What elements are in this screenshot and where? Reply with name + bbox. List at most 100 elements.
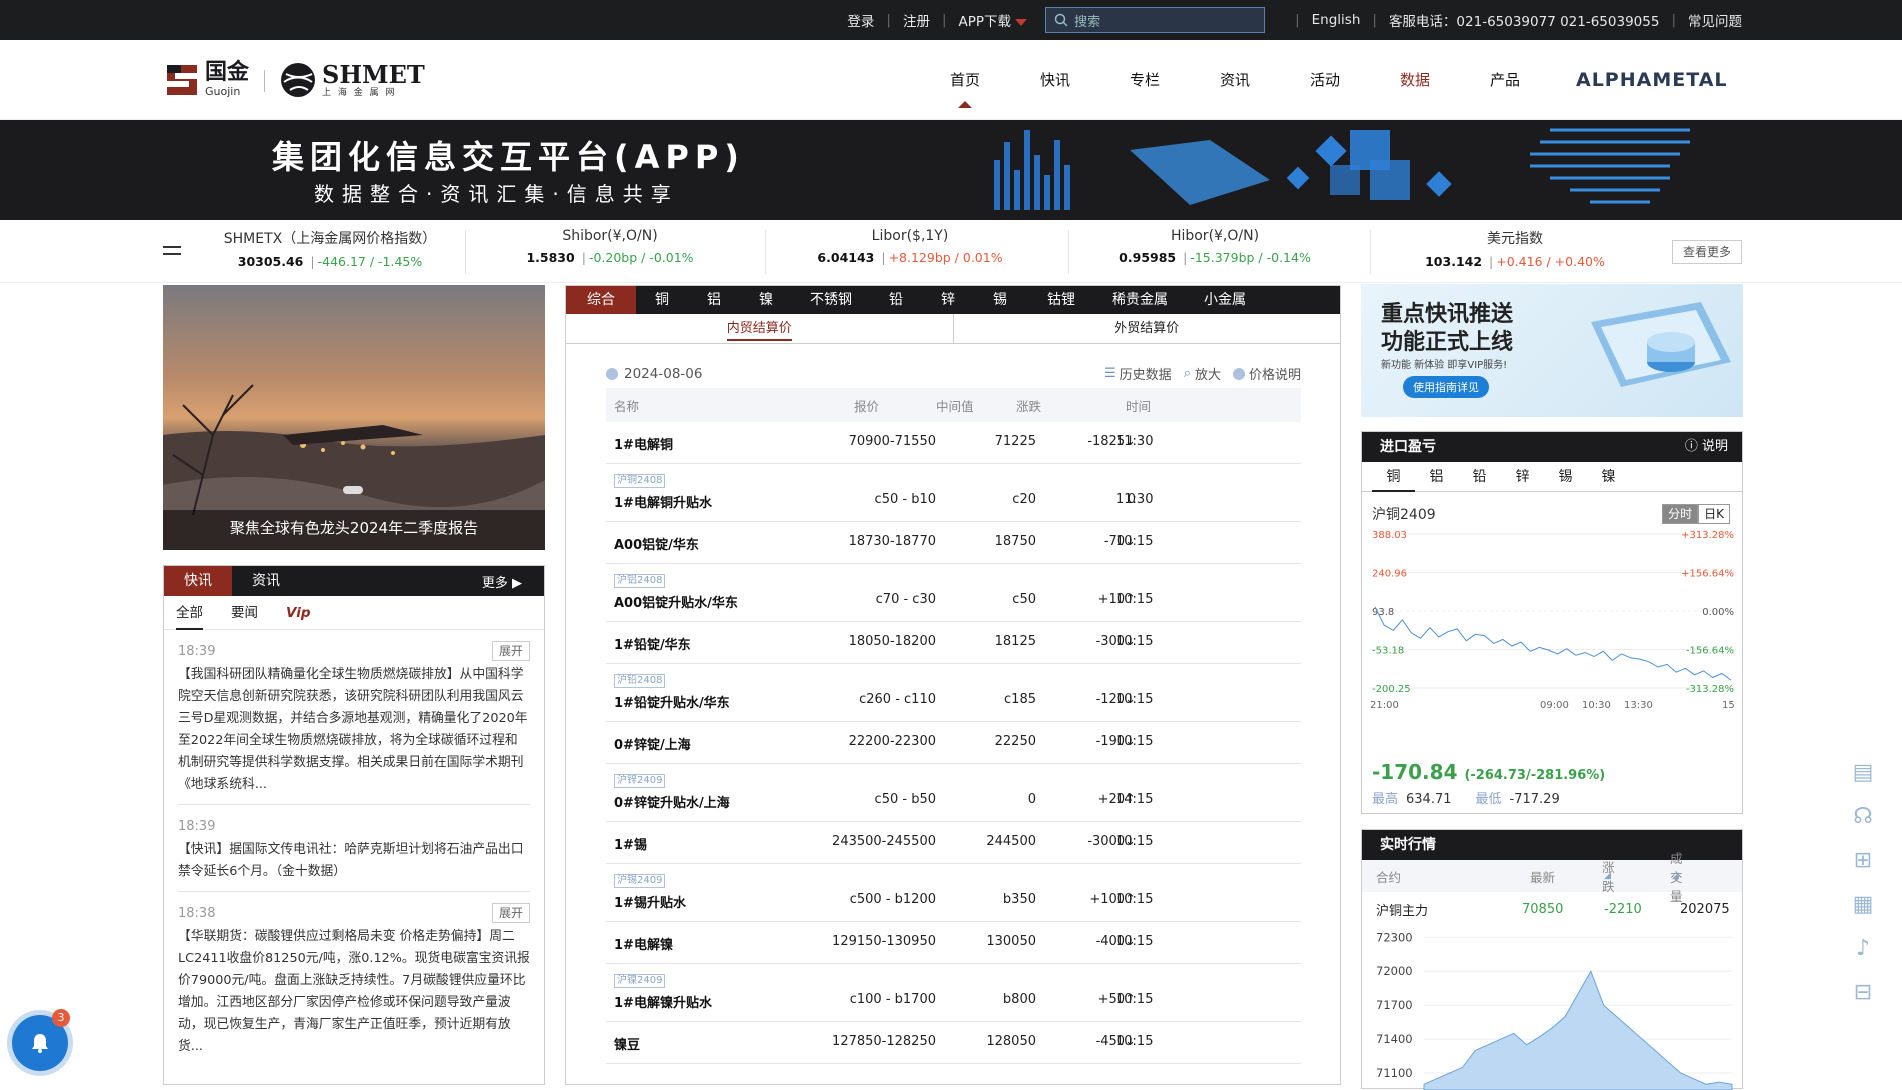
metal-tab[interactable]: 锡	[974, 286, 1026, 314]
table-row[interactable]: 1#锡 243500-245500 244500 -3000↓ 10:15	[606, 822, 1301, 864]
table-row[interactable]: A00铝锭/华东 18730-18770 18750 -70↓ 10:15	[606, 522, 1301, 564]
nav-products[interactable]: 产品	[1460, 40, 1550, 120]
table-row[interactable]: 1#电解镍 129150-130950 130050 -400↓ 10:15	[606, 922, 1301, 964]
guojin-logo[interactable]: 国金 Guojin	[165, 62, 249, 97]
subtab-vip[interactable]: Vip	[286, 596, 311, 630]
table-row[interactable]: 沪铅2408 1#铅锭升贴水/华东 c260 - c110 c185 -120↓ 10:1…	[606, 664, 1301, 722]
divider	[1068, 230, 1069, 274]
zoom-button[interactable]: ⌕ 放大	[1184, 364, 1221, 383]
import-profit-chart: 388.03 +313.28% 240.96 +156.64% 93.8 0.00% -53…	[1370, 530, 1736, 711]
featured-report-image[interactable]: 聚焦全球有色龙头2024年二季度报告	[163, 285, 545, 550]
product-name: 1#电解镍升贴水	[614, 996, 712, 1011]
nav-flash[interactable]: 快讯	[1010, 40, 1100, 120]
more-link[interactable]: 更多 ▶	[482, 572, 522, 591]
import-metal-tab[interactable]: 锡	[1544, 462, 1587, 492]
qrcode-icon[interactable]: ▦	[1843, 882, 1883, 926]
book-icon[interactable]: ⊟	[1843, 970, 1883, 1014]
table-row[interactable]: 沪铜2408 1#电解铜升贴水 c50 - b10 c20 0 11:30	[606, 464, 1301, 522]
ticker-item-shmetx[interactable]: SHMETX（上海金属网价格指数） 30305.46 | -446.17 / -1.…	[195, 228, 465, 269]
tab-flash[interactable]: 快讯	[164, 566, 232, 596]
metal-tab[interactable]: 稀贵金属	[1096, 286, 1184, 314]
mode-intraday[interactable]: 分时	[1662, 504, 1699, 524]
message-icon[interactable]: ▤	[1843, 750, 1883, 794]
nav-column[interactable]: 专栏	[1100, 40, 1190, 120]
x-tick: 13:30	[1624, 700, 1653, 711]
app-download-link[interactable]: APP下载	[959, 10, 1028, 30]
banner-graphic	[994, 128, 1690, 210]
guide-button[interactable]: 使用指南详见	[1403, 376, 1489, 398]
import-metal-tab[interactable]: 镍	[1587, 462, 1630, 492]
table-row[interactable]: 沪锡2409 1#锡升贴水 c500 - b1200 b350 +100↑ 10:15	[606, 864, 1301, 922]
quote-range: 22200-22300	[848, 734, 936, 749]
table-row[interactable]: 1#电解铜 70900-71550 71225 -1825↓ 11:30	[606, 422, 1301, 464]
product-name: 1#锡升贴水	[614, 896, 686, 911]
featured-caption: 聚焦全球有色龙头2024年二季度报告	[163, 510, 545, 550]
mode-daily-k[interactable]: 日K	[1698, 504, 1730, 524]
mid-value: 18750	[994, 534, 1036, 549]
import-metal-tab[interactable]: 铝	[1415, 462, 1458, 492]
nav-news[interactable]: 资讯	[1190, 40, 1280, 120]
ticker-item-hibor[interactable]: Hibor(¥,O/N) 0.95985 | -15.379bp / -0.14%	[1090, 228, 1340, 265]
app-banner[interactable]: 集团化信息交互平台(APP) 数据整合·资讯汇集·信息共享	[0, 120, 1902, 220]
news-item[interactable]: 18:38 展开 【华联期货：碳酸锂供应过剩格局未变 价格走势偏持】周二LC241…	[164, 902, 544, 1066]
table-row[interactable]: 沪锌2409 0#锌锭升贴水/上海 c50 - b50 0 +20↑ 14:15	[606, 764, 1301, 822]
info-icon	[1232, 367, 1245, 380]
alphametal-link[interactable]: ALPHAMETAL	[1576, 40, 1728, 120]
table-row[interactable]: 1#铅锭/华东 18050-18200 18125 -300↓ 10:15	[606, 622, 1301, 664]
metal-tab[interactable]: 锌	[922, 286, 974, 314]
shmet-logo[interactable]: SHMET 上 海 金 属 网	[278, 60, 425, 100]
import-metal-tab[interactable]: 锌	[1501, 462, 1544, 492]
explain-button[interactable]: ⓘ 说明	[1685, 432, 1728, 462]
tab-domestic-settlement[interactable]: 内贸结算价	[566, 314, 953, 343]
expand-button[interactable]: 展开	[491, 641, 530, 661]
metal-tab[interactable]: 镍	[740, 286, 792, 314]
carousel-indicator[interactable]	[343, 486, 363, 494]
subtab-headlines[interactable]: 要闻	[231, 596, 258, 630]
realtime-quote-panel: 实时行情 合约 最新 涨跌◢ 成交量◢ 沪铜主力 70850 -2210 202…	[1361, 829, 1743, 1090]
ticker-item-usd-index[interactable]: 美元指数 103.142 | +0.416 / +0.40%	[1395, 228, 1635, 269]
metal-tab[interactable]: 铝	[688, 286, 740, 314]
metal-tab[interactable]: 小金属	[1184, 286, 1266, 314]
product-name: 1#电解铜	[614, 438, 673, 453]
quote-range: 18730-18770	[848, 534, 936, 549]
ticker-item-shibor[interactable]: Shibor(¥,O/N) 1.5830 | -0.20bp / -0.01%	[490, 228, 730, 265]
metal-tab[interactable]: 铜	[636, 286, 688, 314]
menu-icon[interactable]	[163, 246, 181, 260]
table-row[interactable]: 沪镍2409 1#电解镍升贴水 c100 - b1700 b800 +50↑ 10:15	[606, 964, 1301, 1022]
metal-tab[interactable]: 不锈钢	[792, 286, 870, 314]
table-row[interactable]: 0#锌锭/上海 22200-22300 22250 -190↓ 10:15	[606, 722, 1301, 764]
subtab-all[interactable]: 全部	[176, 596, 203, 630]
history-data-button[interactable]: ☰ 历史数据	[1104, 364, 1172, 383]
metal-tab[interactable]: 钴锂	[1026, 286, 1096, 314]
login-link[interactable]: 登录	[847, 10, 874, 30]
import-metal-tab[interactable]: 铅	[1458, 462, 1501, 492]
nav-data[interactable]: 数据	[1370, 40, 1460, 120]
divider	[765, 230, 766, 274]
headset-icon[interactable]: ☊	[1843, 794, 1883, 838]
register-link[interactable]: 注册	[903, 10, 930, 30]
feature-ad[interactable]: 重点快讯推送 功能正式上线 新功能 新体验 即享VIP服务! 使用指南详见	[1361, 284, 1743, 417]
english-link[interactable]: English	[1312, 12, 1361, 28]
tab-news[interactable]: 资讯	[232, 566, 300, 596]
news-item[interactable]: 18:39 【快讯】据国际文传电讯社：哈萨克斯坦计划将石油产品出口禁令延长6个月…	[164, 815, 544, 892]
faq-link[interactable]: 常见问题	[1688, 10, 1742, 30]
app-icon[interactable]: ⊞	[1843, 838, 1883, 882]
nav-home[interactable]: 首页	[920, 40, 1010, 120]
table-row[interactable]: 沪铝2408 A00铝锭升贴水/华东 c70 - c30 c50 +10↑ 10:15	[606, 564, 1301, 622]
table-row[interactable]: 镍豆 127850-128250 128050 -450↓ 10:15	[606, 1022, 1301, 1064]
tiktok-icon[interactable]: ♪	[1843, 926, 1883, 970]
expand-button[interactable]: 展开	[491, 903, 530, 923]
news-item[interactable]: 18:39 展开 【我国科研团队精确量化全球生物质燃烧碳排放】从中国科学院空天信息…	[164, 640, 544, 805]
notification-bell[interactable]: 3	[12, 1009, 70, 1071]
tab-foreign-settlement[interactable]: 外贸结算价	[952, 314, 1341, 343]
quote-row[interactable]: 沪铜主力 70850 -2210 202075	[1362, 892, 1742, 926]
price-explain-button[interactable]: 价格说明	[1232, 364, 1301, 383]
metal-tab[interactable]: 综合	[566, 286, 636, 314]
metal-tab[interactable]: 铅	[870, 286, 922, 314]
see-more-button[interactable]: 查看更多	[1672, 240, 1742, 264]
search-input[interactable]: 搜索	[1045, 7, 1266, 33]
import-metal-tab[interactable]: 铜	[1372, 462, 1415, 492]
nav-events[interactable]: 活动	[1280, 40, 1370, 120]
quote-range: c50 - b10	[874, 492, 936, 507]
ticker-item-libor[interactable]: Libor($,1Y) 6.04143 | +8.129bp / 0.01%	[790, 228, 1030, 265]
